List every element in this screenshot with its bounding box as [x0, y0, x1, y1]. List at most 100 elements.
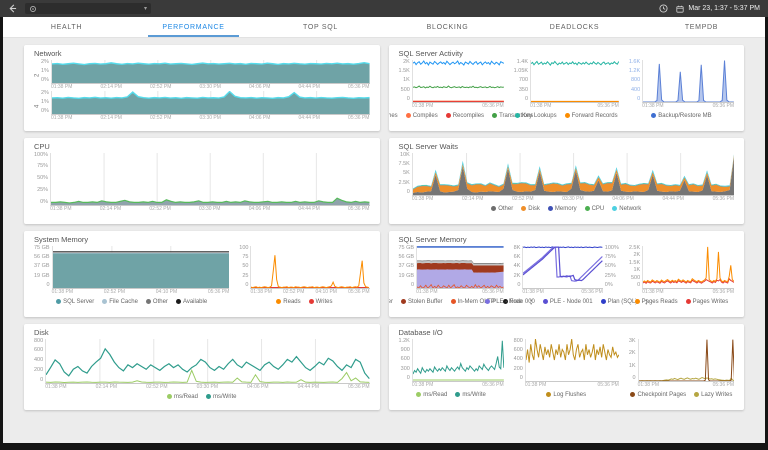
- axis-tick: 0: [411, 282, 415, 288]
- legend-item[interactable]: SQL Server: [56, 299, 94, 305]
- legend-item[interactable]: ms/Read: [416, 392, 447, 398]
- legend-dot: [514, 113, 520, 118]
- legend-item[interactable]: Lazy Writes: [694, 392, 732, 398]
- axis-tick: 37 GB: [34, 263, 50, 270]
- x-axis-tick: 04:10 PM: [315, 288, 337, 295]
- sql-activity-lookups-chart[interactable]: 1.4K 1.05K 700 350 0 01:38 PM 05:36 PM: [514, 58, 619, 110]
- tab-deadlocks[interactable]: DEADLOCKS: [511, 17, 638, 37]
- database-io-log-chart[interactable]: 800 600 400 200 0 01:38 PM 05:36 PM: [513, 338, 619, 389]
- legend-item[interactable]: Other: [145, 299, 168, 305]
- sql-activity-rates-chart[interactable]: 2K 1.5K 1K 500 0 01:38 PM 05:36 PM: [398, 59, 504, 110]
- axis-tick: 75 GB: [398, 244, 415, 251]
- axis-tick: 100%: [604, 244, 619, 251]
- legend-label: Stolen Buffer: [407, 298, 443, 305]
- x-axis-tick: 04:44 PM: [297, 383, 320, 390]
- legend-item[interactable]: Other: [491, 206, 513, 212]
- tab-health[interactable]: HEALTH: [3, 17, 130, 37]
- legend-item[interactable]: Memory: [547, 206, 577, 212]
- legend-item[interactable]: PLE - Node 000: [485, 299, 535, 305]
- legend-item[interactable]: Backup/Restore MB: [651, 113, 712, 119]
- legend-item[interactable]: File Cache: [102, 299, 138, 305]
- legend-item[interactable]: Pages Writes: [685, 299, 728, 305]
- legend-label: ms/Read: [423, 391, 448, 398]
- tab-blocking[interactable]: BLOCKING: [384, 17, 511, 37]
- legend-item[interactable]: Compiles: [405, 113, 438, 119]
- axis-tick: 75%: [37, 163, 49, 170]
- axis-tick: 2.5K: [628, 244, 641, 251]
- panel-title: SQL Server Waits: [398, 142, 458, 151]
- legend-item[interactable]: Stolen Buffer: [400, 298, 443, 305]
- cpu-chart[interactable]: 100% 75% 50% 25% 0% 01:38 PM 02:14 PM 02:52 PM 0…: [34, 152, 370, 213]
- sql-memory-ple-chart[interactable]: 8K 6K 4K 2K 0 100% 75% 50% 25% 0% 01:38 PM 05:36 PM: [514, 244, 619, 296]
- legend-item[interactable]: Available: [175, 299, 207, 305]
- legend-item[interactable]: Network: [612, 206, 641, 212]
- legend-item[interactable]: ms/Read: [166, 394, 198, 400]
- sql-memory-usage-chart[interactable]: 75 GB 56 GB 37 GB 19 GB 0 01:38 PM 05:36 PM: [398, 244, 504, 296]
- sql-waits-chart[interactable]: 10K 7.5K 5K 2.5K 0 01:38 PM 02:14 PM 02:52 PM 03…: [399, 152, 734, 203]
- database-io-latency-chart[interactable]: 1.2K 900 600 300 0 01:38 PM 05:36 PM: [399, 338, 504, 389]
- axis-tick: 5K: [403, 170, 410, 177]
- tab-top-sql[interactable]: TOP SQL: [257, 17, 384, 37]
- x-axis-tick: 05:36 PM: [482, 288, 504, 295]
- legend-item[interactable]: Log Flushes: [546, 392, 586, 398]
- system-memory-paging-chart[interactable]: 100 75 50 25 0 01:38 PM 02:52 PM 04:10 PM 05:36 …: [239, 244, 370, 296]
- legend-item[interactable]: Recompiles: [445, 113, 484, 119]
- sql-activity-backup-legend: Backup/Restore MB: [629, 112, 734, 120]
- time-travel-icon[interactable]: [659, 4, 668, 13]
- axis-tick: 500: [400, 86, 410, 93]
- legend-dot: [485, 299, 491, 304]
- axis-tick: 0%: [40, 199, 49, 205]
- axis-tick: 19 GB: [398, 272, 415, 279]
- x-axis-tick: 01:38 PM: [50, 114, 73, 121]
- legend-item[interactable]: Disk: [521, 206, 540, 212]
- legend-item[interactable]: ms/Write: [205, 394, 237, 400]
- server-select[interactable]: ▾: [25, 3, 151, 14]
- legend-dot: [521, 206, 527, 211]
- legend-item[interactable]: CPU: [584, 206, 604, 212]
- axis-tick: 1.4K: [516, 58, 529, 65]
- panel-title: SQL Server Memory: [398, 235, 467, 244]
- legend-label: Checkpoint Pages: [637, 391, 687, 398]
- axis-tick: 0: [519, 375, 523, 381]
- legend-item[interactable]: Reads: [276, 299, 301, 305]
- disk-latency-chart[interactable]: 800 600 400 200 0 01:38 PM 02:14 PM 02:52 PM 03:…: [34, 338, 370, 391]
- axis-tick: 1.6K: [628, 58, 641, 65]
- legend-item[interactable]: Batches: [389, 113, 398, 119]
- axis-tick: 25%: [604, 272, 616, 279]
- panel-database-io: Database I/O 1.2K 900 600 300 0 01:38 PM 05:36…: [388, 324, 744, 410]
- x-axis-tick: 01:38 PM: [411, 195, 434, 202]
- legend-dot: [416, 392, 422, 397]
- legend-item[interactable]: Checkpoint Pages: [630, 392, 686, 398]
- legend-item[interactable]: Forward Records: [564, 112, 618, 119]
- date-range-picker[interactable]: Mar 23, 1:37 - 5:37 PM: [676, 5, 760, 13]
- sql-activity-backup-chart[interactable]: 1.6K 1.2K 800 400 0 01:38 PM 05:36 PM: [628, 58, 735, 110]
- axis-tick: 200: [513, 365, 523, 372]
- legend-item[interactable]: ms/Write: [455, 392, 486, 398]
- x-axis-tick: 04:06 PM: [249, 114, 271, 121]
- database-io-pages-chart[interactable]: 3K 2K 1K 0 01:38 PM 05:36 PM: [629, 338, 735, 389]
- legend-dot: [400, 299, 406, 304]
- network-nic4-chart[interactable]: 2% 1% 0% 01:38 PM 02:14 PM 02:52 PM 03:30 PM 04…: [41, 90, 370, 122]
- axis-tick: 900: [400, 346, 410, 353]
- system-memory-usage-chart[interactable]: 75 GB 56 GB 37 GB 19 GB 0 01:38 PM 02:52 PM 04:…: [34, 245, 230, 296]
- legend-label: ms/Write: [462, 391, 486, 398]
- axis-tick: 1.5K: [398, 67, 410, 74]
- legend-item[interactable]: Key Lookups: [514, 113, 557, 119]
- legend-item[interactable]: PLE - Node 001: [542, 298, 593, 305]
- legend-item[interactable]: Writes: [308, 299, 333, 305]
- legend-label: Forward Records: [571, 112, 618, 119]
- legend-item[interactable]: Buffer: [389, 299, 393, 305]
- sql-memory-pages-chart[interactable]: 2.5K 2K 1.5K 1K 500 0 01:38 PM 05:36 PM: [628, 244, 735, 296]
- x-axis-tick: 03:30 PM: [199, 205, 221, 212]
- network-nic2-chart[interactable]: 2% 1% 0% 01:38 PM 02:14 PM 02:52 PM 03:30 PM 04…: [41, 59, 370, 91]
- axis-tick: 25: [242, 272, 249, 279]
- tab-performance[interactable]: PERFORMANCE: [130, 17, 257, 37]
- axis-tick: 100: [239, 244, 249, 251]
- legend-label: PLE - Node 001: [549, 298, 593, 305]
- x-axis-tick: 02:52 PM: [149, 114, 172, 121]
- axis-tick: 1%: [41, 98, 49, 105]
- tab-tempdb[interactable]: TEMPDB: [638, 17, 765, 37]
- back-icon[interactable]: [8, 4, 17, 13]
- panel-cpu: CPU 100% 75% 50% 25% 0% 01:38 PM 02:14 PM 02:52…: [24, 138, 380, 224]
- legend-item[interactable]: Pages Reads: [634, 299, 678, 305]
